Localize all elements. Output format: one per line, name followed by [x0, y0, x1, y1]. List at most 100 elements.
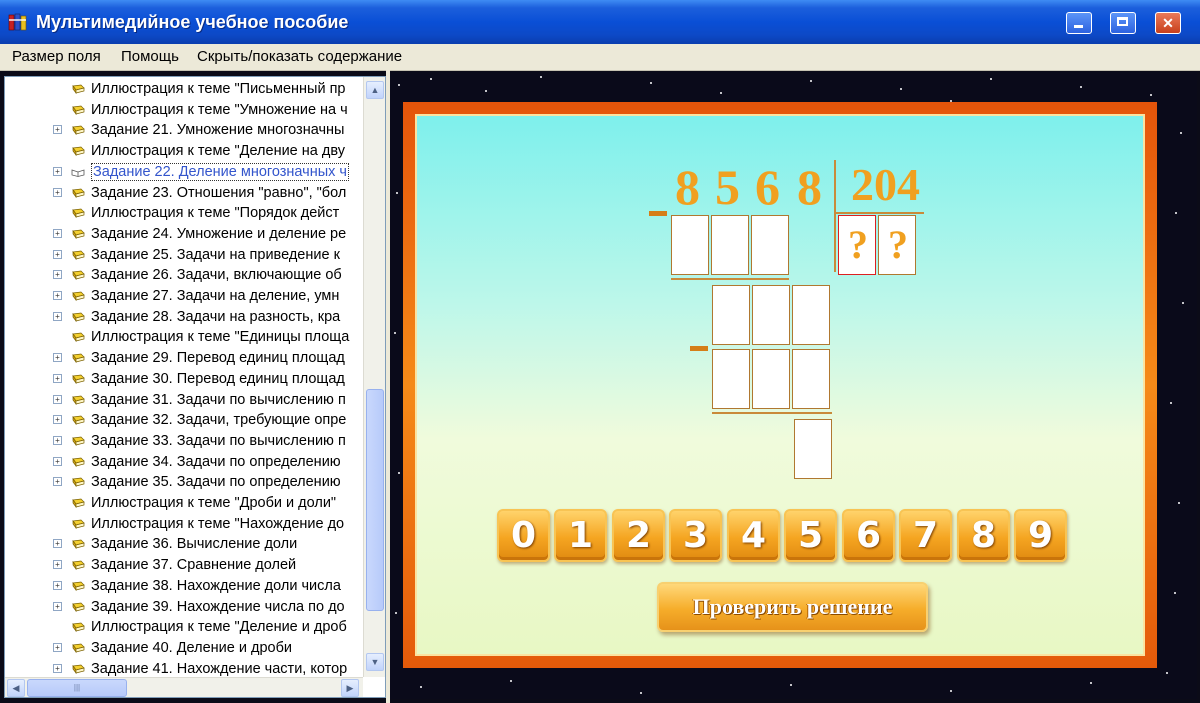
menu-toggle-contents[interactable]: Скрыть/показать содержание — [197, 48, 402, 65]
close-button[interactable]: ✕ — [1155, 12, 1181, 34]
star — [420, 686, 422, 688]
tree-item[interactable]: + Задание 28. Задачи на разность, кра — [5, 307, 365, 328]
answer-cell[interactable] — [671, 215, 709, 275]
answer-cell[interactable] — [712, 349, 750, 409]
expand-icon[interactable]: + — [53, 291, 62, 300]
remainder-cell[interactable] — [794, 419, 832, 479]
book-icon — [72, 353, 85, 364]
expand-icon[interactable]: + — [53, 373, 62, 383]
expand-icon[interactable]: + — [53, 415, 62, 425]
tree-item[interactable]: + Задание 31. Задачи по вычислению п — [5, 390, 365, 411]
digit-key[interactable]: 2 — [612, 509, 665, 562]
expand-icon[interactable]: + — [53, 187, 62, 197]
tree-item[interactable]: + Задание 26. Задачи, включающие об — [5, 265, 365, 286]
tree-vertical-scrollbar[interactable]: ▲ ▼ — [363, 77, 385, 677]
tree-item-label: Иллюстрация к теме "Умножение на ч — [91, 101, 348, 118]
scroll-thumb[interactable] — [366, 389, 384, 611]
menu-field-size[interactable]: Размер поля — [12, 48, 101, 65]
scroll-up-icon[interactable]: ▲ — [366, 81, 384, 99]
tree-item[interactable]: + Задание 35. Задачи по определению — [5, 472, 365, 493]
maximize-button[interactable] — [1110, 12, 1136, 34]
tree-item-label: Иллюстрация к теме "Дроби и доли" — [91, 495, 337, 511]
tree-item[interactable]: + Задание 32. Задачи, требующие опре — [5, 410, 365, 431]
tree-item[interactable]: Иллюстрация к теме "Дроби и доли" — [5, 493, 365, 514]
tree-item-label: Иллюстрация к теме "Единицы площа — [91, 329, 350, 346]
tree-item[interactable]: Иллюстрация к теме "Деление и дроб — [5, 617, 365, 638]
tree-item[interactable]: + Задание 24. Умножение и деление ре — [5, 224, 365, 245]
tree-item[interactable]: + Задание 34. Задачи по определению — [5, 452, 365, 473]
scroll-left-icon[interactable]: ◀ — [7, 679, 25, 697]
answer-cell[interactable] — [752, 285, 790, 345]
digit-key[interactable]: 6 — [842, 509, 895, 562]
expand-icon[interactable]: + — [53, 270, 62, 280]
digit-key[interactable]: 3 — [669, 509, 722, 562]
answer-cell[interactable] — [712, 285, 750, 345]
answer-cell[interactable] — [792, 285, 830, 345]
digit-key[interactable]: 1 — [554, 509, 607, 562]
book-icon — [72, 540, 85, 550]
star — [810, 80, 812, 82]
quotient-cell[interactable]: ? — [838, 215, 876, 275]
quotient-cell[interactable]: ? — [878, 215, 916, 275]
key-label: 1 — [567, 515, 594, 556]
answer-cell[interactable] — [751, 215, 789, 275]
horizontal-scroll-thumb[interactable]: ||| — [27, 679, 127, 697]
expand-icon[interactable]: + — [53, 539, 62, 549]
contents-tree[interactable]: Иллюстрация к теме "Письменный пр Иллюстр… — [4, 76, 386, 698]
tree-item[interactable]: + Задание 37. Сравнение долей — [5, 555, 365, 576]
check-solution-button[interactable]: Проверить решение — [657, 582, 928, 632]
tree-item[interactable]: Иллюстрация к теме "Письменный пр — [5, 79, 365, 100]
menu-help[interactable]: Помощь — [121, 48, 179, 65]
tree-item[interactable]: + Задание 36. Вычисление доли — [5, 534, 365, 555]
tree-item[interactable]: + Задание 40. Деление и дроби — [5, 638, 365, 659]
answer-cell[interactable] — [792, 349, 830, 409]
scroll-down-icon[interactable]: ▼ — [366, 653, 384, 671]
digit-key[interactable]: 9 — [1014, 509, 1067, 562]
digit-key[interactable]: 7 — [899, 509, 952, 562]
expand-icon[interactable]: + — [53, 353, 62, 363]
answer-cell[interactable] — [711, 215, 749, 275]
tree-item[interactable]: + Задание 27. Задачи на деление, умн — [5, 286, 365, 307]
tree-item[interactable]: + Задание 25. Задачи на приведение к — [5, 245, 365, 266]
expand-icon[interactable]: + — [53, 394, 62, 404]
digit-key[interactable]: 4 — [727, 509, 780, 562]
expand-icon[interactable]: + — [53, 642, 62, 652]
digit-key[interactable]: 5 — [784, 509, 837, 562]
tree-item[interactable]: + Задание 39. Нахождение числа по до — [5, 597, 365, 618]
expand-icon[interactable]: + — [53, 435, 62, 445]
expand-icon[interactable]: + — [53, 228, 62, 238]
title-bar: Мультимедийное учебное пособие ✕ — [0, 0, 1200, 44]
key-label: 5 — [797, 515, 824, 556]
tree-item[interactable]: + Задание 23. Отношения "равно", "бол — [5, 183, 365, 204]
minimize-button[interactable] — [1066, 12, 1092, 34]
tree-horizontal-scrollbar[interactable]: ◀ ||| ▶ — [5, 677, 363, 697]
tree-item[interactable]: Иллюстрация к теме "Деление на дву — [5, 141, 365, 162]
digit-key[interactable]: 0 — [497, 509, 550, 562]
digit-keypad: 0 1 2 3 4 5 6 7 8 9 — [497, 509, 1069, 565]
tree-item[interactable]: + Задание 21. Умножение многозначны — [5, 120, 365, 141]
star — [395, 612, 397, 614]
expand-icon[interactable]: + — [53, 601, 62, 611]
expand-icon[interactable]: + — [53, 456, 62, 466]
expand-icon[interactable]: + — [53, 249, 62, 259]
expand-icon[interactable]: + — [53, 477, 62, 487]
expand-icon[interactable]: + — [53, 311, 62, 321]
tree-item[interactable]: + Задание 33. Задачи по вычислению п — [5, 431, 365, 452]
tree-item[interactable]: Иллюстрация к теме "Умножение на ч — [5, 100, 365, 121]
expand-icon[interactable]: + — [53, 580, 62, 590]
digit-key[interactable]: 8 — [957, 509, 1010, 562]
answer-cell[interactable] — [752, 349, 790, 409]
key-label: 6 — [855, 515, 882, 556]
tree-item[interactable]: Иллюстрация к теме "Единицы площа — [5, 327, 365, 348]
tree-item[interactable]: + Задание 29. Перевод единиц площад — [5, 348, 365, 369]
tree-item[interactable]: Иллюстрация к теме "Нахождение до — [5, 514, 365, 535]
tree-item[interactable]: + Задание 30. Перевод единиц площад — [5, 369, 365, 390]
scroll-right-icon[interactable]: ▶ — [341, 679, 359, 697]
tree-item[interactable]: Иллюстрация к теме "Порядок дейст — [5, 203, 365, 224]
expand-icon[interactable]: + — [53, 166, 62, 176]
tree-item[interactable]: + Задание 22. Деление многозначных ч — [5, 162, 365, 183]
tree-item[interactable]: + Задание 38. Нахождение доли числа — [5, 576, 365, 597]
expand-icon[interactable]: + — [53, 663, 62, 673]
expand-icon[interactable]: + — [53, 125, 62, 135]
expand-icon[interactable]: + — [53, 560, 62, 570]
